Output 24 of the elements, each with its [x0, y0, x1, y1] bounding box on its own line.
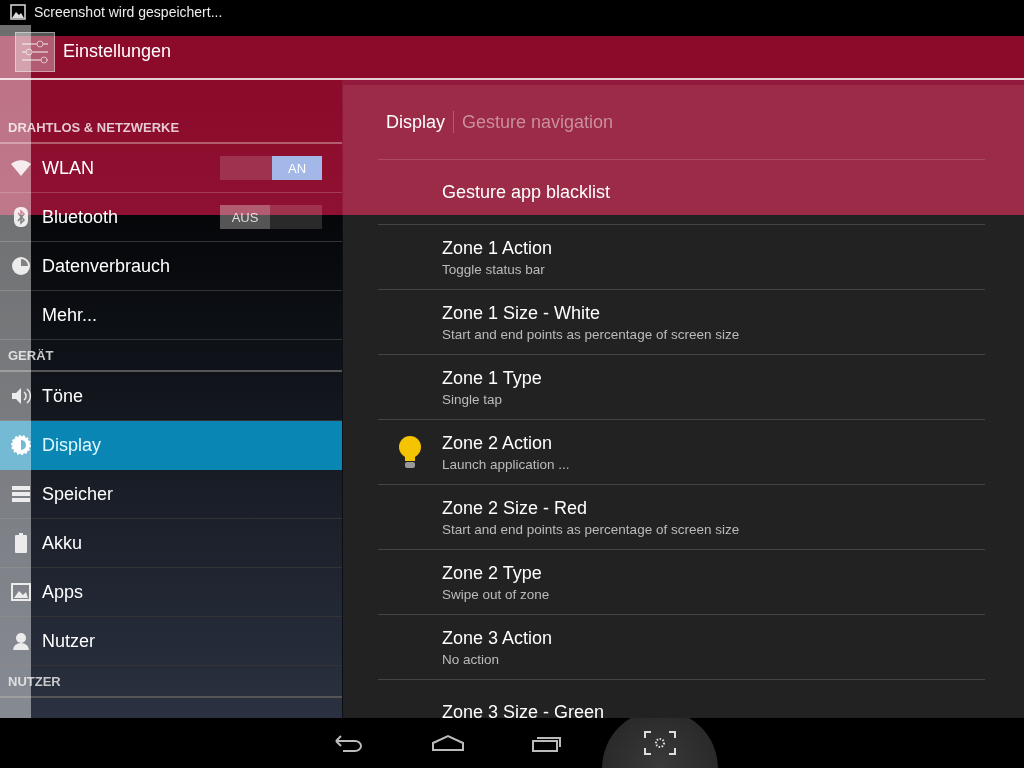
- image-icon: [10, 4, 26, 21]
- preference-title[interactable]: Gesture app blacklist: [442, 181, 611, 203]
- preference-title[interactable]: Zone 2 Type: [442, 562, 550, 584]
- preference-summary: Start and end points as percentage of screen size: [442, 326, 740, 342]
- preference-title[interactable]: Zone 2 Size - Red: [442, 497, 740, 519]
- preference-summary: Start and end points as percentage of screen size: [442, 521, 740, 537]
- notification-text: Screenshot wird gespeichert...: [34, 4, 223, 21]
- preference-title[interactable]: Zone 3 Action: [442, 627, 553, 649]
- preference-title[interactable]: Zone 1 Type: [442, 367, 542, 389]
- back-icon: [333, 734, 363, 753]
- preference-summary: Launch application ...: [442, 456, 570, 472]
- preference-title[interactable]: Zone 2 Action: [442, 432, 570, 454]
- preference-summary: No action: [442, 651, 501, 667]
- preference-summary: Swipe out of zone: [442, 586, 550, 602]
- app-title: Einstellungen: [63, 41, 172, 63]
- preference-title[interactable]: Zone 1 Size - White: [442, 302, 740, 324]
- breadcrumb-item[interactable]: Display: [386, 111, 446, 133]
- preference-summary: Toggle status bar: [442, 261, 546, 277]
- home-icon: [431, 734, 465, 753]
- lightbulb-icon: [397, 435, 423, 470]
- preference-title[interactable]: Zone 3 Size - Green: [442, 701, 605, 719]
- preference-title[interactable]: Zone 1 Action: [442, 237, 553, 259]
- recent-apps-icon: [532, 734, 564, 753]
- preference-summary: Single tap: [442, 391, 504, 407]
